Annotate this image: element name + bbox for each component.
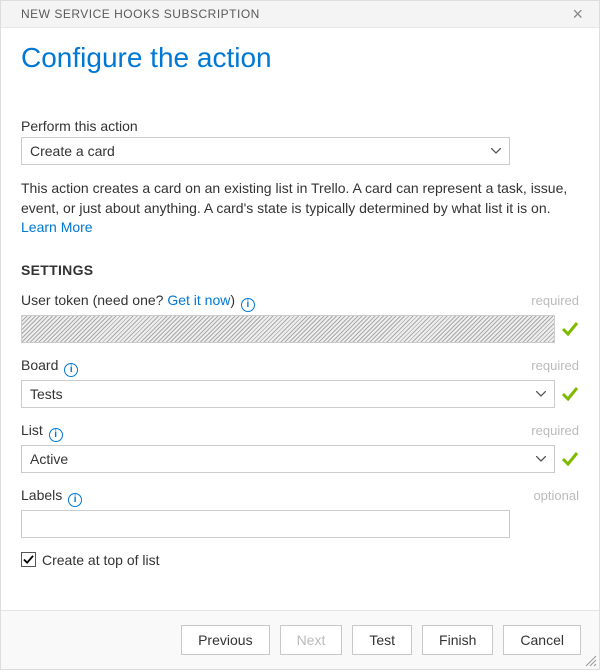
page-title: Configure the action bbox=[21, 42, 579, 74]
info-icon[interactable]: i bbox=[49, 428, 63, 442]
labels-label: Labels i bbox=[21, 487, 82, 507]
info-icon[interactable]: i bbox=[64, 363, 78, 377]
labels-hint: optional bbox=[533, 488, 579, 503]
info-icon[interactable]: i bbox=[241, 298, 255, 312]
check-icon bbox=[561, 320, 579, 338]
list-label: List i bbox=[21, 422, 63, 442]
settings-heading: SETTINGS bbox=[21, 262, 579, 278]
action-description: This action creates a card on an existin… bbox=[21, 179, 579, 238]
action-select[interactable]: Create a card bbox=[21, 137, 510, 165]
chevron-down-icon bbox=[536, 456, 546, 462]
user-token-hint: required bbox=[531, 293, 579, 308]
dialog-content: Configure the action Perform this action… bbox=[1, 28, 599, 610]
user-token-input[interactable] bbox=[21, 315, 555, 343]
board-select-value: Tests bbox=[30, 386, 63, 402]
action-description-text: This action creates a card on an existin… bbox=[21, 180, 567, 216]
user-token-label-row: User token (need one? Get it now) i requ… bbox=[21, 292, 579, 312]
action-select-value: Create a card bbox=[30, 143, 115, 159]
resize-grip-icon[interactable] bbox=[583, 653, 597, 667]
labels-input[interactable] bbox=[21, 510, 510, 538]
board-select[interactable]: Tests bbox=[21, 380, 555, 408]
labels-label-text: Labels bbox=[21, 487, 62, 503]
labels-input-wrap bbox=[21, 510, 579, 538]
previous-button[interactable]: Previous bbox=[181, 625, 269, 655]
board-label: Board i bbox=[21, 357, 78, 377]
finish-button[interactable]: Finish bbox=[422, 625, 493, 655]
info-icon[interactable]: i bbox=[68, 493, 82, 507]
action-label: Perform this action bbox=[21, 118, 138, 134]
create-top-checkbox[interactable] bbox=[21, 552, 36, 567]
dialog-footer: Previous Next Test Finish Cancel bbox=[1, 610, 599, 669]
cancel-button[interactable]: Cancel bbox=[503, 625, 581, 655]
dialog-header: NEW SERVICE HOOKS SUBSCRIPTION × bbox=[1, 1, 599, 28]
list-hint: required bbox=[531, 423, 579, 438]
create-top-label: Create at top of list bbox=[42, 552, 160, 568]
dialog-title: NEW SERVICE HOOKS SUBSCRIPTION bbox=[21, 7, 260, 21]
user-token-label-suffix: ) bbox=[230, 292, 235, 308]
close-icon[interactable]: × bbox=[568, 5, 587, 23]
list-select-value: Active bbox=[30, 451, 68, 467]
list-label-row: List i required bbox=[21, 422, 579, 442]
get-it-now-link[interactable]: Get it now bbox=[167, 292, 230, 308]
board-select-wrap: Tests bbox=[21, 380, 579, 408]
board-label-text: Board bbox=[21, 357, 58, 373]
create-top-row: Create at top of list bbox=[21, 552, 579, 568]
user-token-input-wrap bbox=[21, 315, 579, 343]
labels-label-row: Labels i optional bbox=[21, 487, 579, 507]
chevron-down-icon bbox=[491, 148, 501, 154]
learn-more-link[interactable]: Learn More bbox=[21, 219, 93, 235]
test-button[interactable]: Test bbox=[352, 625, 412, 655]
user-token-label: User token (need one? Get it now) i bbox=[21, 292, 255, 312]
user-token-label-prefix: User token (need one? bbox=[21, 292, 167, 308]
next-button[interactable]: Next bbox=[280, 625, 343, 655]
check-icon bbox=[561, 385, 579, 403]
list-select-wrap: Active bbox=[21, 445, 579, 473]
chevron-down-icon bbox=[536, 391, 546, 397]
action-label-row: Perform this action bbox=[21, 118, 579, 134]
action-select-wrap: Create a card bbox=[21, 137, 579, 165]
dialog: NEW SERVICE HOOKS SUBSCRIPTION × Configu… bbox=[0, 0, 600, 670]
board-hint: required bbox=[531, 358, 579, 373]
check-icon bbox=[561, 450, 579, 468]
list-select[interactable]: Active bbox=[21, 445, 555, 473]
list-label-text: List bbox=[21, 422, 43, 438]
board-label-row: Board i required bbox=[21, 357, 579, 377]
